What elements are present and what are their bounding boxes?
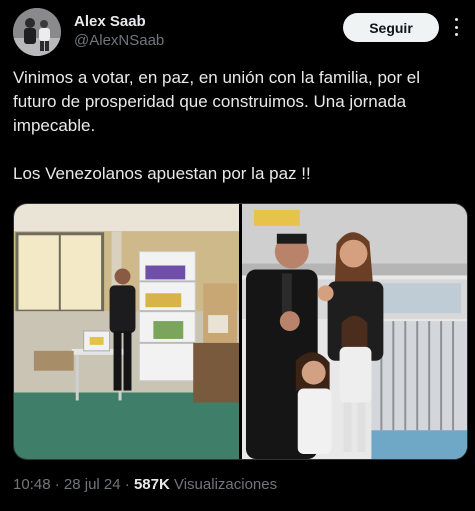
avatar-image — [13, 8, 61, 56]
more-options-icon[interactable] — [448, 18, 464, 36]
meta-separator-2: · — [120, 476, 134, 493]
tweet-text: Vinimos a votar, en paz, en unión con la… — [13, 68, 420, 183]
views-count: 587K — [133, 476, 170, 493]
tweet-time[interactable]: 10:48 — [13, 476, 51, 493]
follow-button[interactable]: Seguir — [343, 13, 439, 42]
tweet-meta: 10:48 · 28 jul 24 · 587K Visualizaciones — [13, 476, 277, 493]
tweet-header: Alex Saab @AlexNSaab Seguir — [0, 0, 475, 62]
avatar[interactable] — [13, 8, 61, 56]
meta-separator: · — [50, 476, 64, 493]
photo-family[interactable] — [242, 204, 467, 459]
tweet-date[interactable]: 28 jul 24 — [64, 476, 121, 493]
author-name[interactable]: Alex Saab — [74, 13, 146, 30]
photo-voting-booth[interactable] — [14, 204, 239, 459]
views-label: Visualizaciones — [169, 476, 278, 493]
media-gallery — [13, 203, 468, 460]
author-handle[interactable]: @AlexNSaab — [74, 32, 164, 49]
